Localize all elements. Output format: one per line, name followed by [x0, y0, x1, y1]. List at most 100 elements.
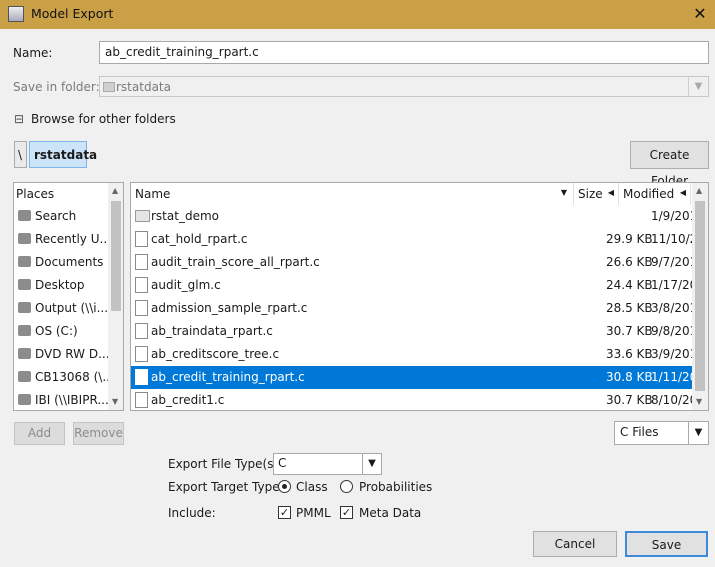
save-button[interactable]: Save	[625, 531, 708, 557]
drive-icon	[18, 325, 31, 336]
file-size: 28.5 KB	[606, 301, 653, 315]
export-target-type-label: Export Target Type:	[168, 480, 284, 494]
breadcrumb-root[interactable]: \	[14, 141, 27, 168]
scroll-thumb[interactable]	[695, 201, 705, 391]
name-input[interactable]: ab_credit_training_rpart.c	[99, 41, 709, 64]
breadcrumb-current[interactable]: rstatdata	[29, 141, 97, 168]
file-name: ab_credit1.c	[151, 393, 225, 407]
file-size: 24.4 KB	[606, 278, 653, 292]
network-drive-icon	[18, 302, 31, 313]
folder-icon	[135, 210, 150, 222]
chevron-down-icon: ▼	[688, 77, 708, 96]
save-in-folder-select: rstatdata ▼	[99, 76, 709, 97]
scroll-up-icon[interactable]: ▲	[696, 186, 702, 195]
dvd-drive-icon	[18, 348, 31, 359]
column-modified-label: Modified	[623, 187, 675, 201]
column-arrow-icon: ◀	[607, 188, 614, 197]
close-icon[interactable]: ✕	[688, 3, 712, 25]
file-name: ab_creditscore_tree.c	[151, 347, 280, 361]
recent-icon	[18, 233, 31, 244]
app-icon	[8, 6, 24, 22]
export-file-type-label: Export File Type(s):	[168, 457, 283, 471]
file-name: audit_train_score_all_rpart.c	[151, 255, 320, 269]
place-item-label: IBI (\\IBIPR...	[35, 393, 109, 407]
file-size: 33.6 KB	[606, 347, 653, 361]
scroll-thumb[interactable]	[111, 201, 121, 311]
breadcrumb-current-label: rstatdata	[34, 148, 98, 162]
file-list-scrollbar[interactable]: ▲ ▼	[692, 183, 708, 410]
browse-other-folders-toggle[interactable]: Browse for other folders	[31, 112, 176, 126]
file-row[interactable]: audit_glm.c 24.4 KB 1/17/2013	[131, 274, 708, 297]
folder-icon	[103, 82, 115, 92]
place-item-label: CB13068 (\...	[35, 370, 114, 384]
folder-icon	[18, 279, 31, 290]
meta-data-checkbox[interactable]: ✓	[340, 506, 353, 519]
file-size: 29.9 KB	[606, 232, 653, 246]
file-row[interactable]: ab_credit_training_rpart.c 30.8 KB 1/11/20…	[131, 366, 708, 389]
network-drive-icon	[18, 371, 31, 382]
file-row[interactable]: cat_hold_rpart.c29.9 KB11/10/2015	[131, 228, 708, 251]
class-radio-label[interactable]: Class	[296, 480, 328, 494]
file-icon	[135, 346, 148, 362]
add-button[interactable]: Add	[14, 422, 65, 445]
column-header-modified[interactable]: Modified ◀	[619, 183, 691, 205]
file-row[interactable]: admission_sample_rpart.c 28.5 KB 3/8/2013	[131, 297, 705, 320]
pmml-checkbox[interactable]: ✓	[278, 506, 291, 519]
place-item-label: Recently U...	[35, 232, 111, 246]
scroll-up-icon[interactable]: ▲	[112, 186, 118, 195]
export-file-type-value: C	[278, 456, 287, 470]
file-icon	[135, 323, 148, 339]
file-icon	[135, 254, 148, 270]
chevron-down-icon[interactable]: ▼	[688, 422, 708, 444]
create-folder-button[interactable]: Create Folder	[630, 141, 709, 188]
column-size-label: Size	[578, 187, 603, 201]
file-icon	[135, 277, 148, 293]
place-item-label: Desktop	[35, 278, 85, 292]
cancel-button[interactable]: Cancel	[533, 531, 617, 557]
class-radio[interactable]	[278, 480, 291, 493]
file-name: ab_traindata_rpart.c	[151, 324, 273, 338]
column-name-label: Name	[135, 187, 171, 201]
column-header-name[interactable]: Name ▼	[131, 183, 574, 205]
scroll-down-icon[interactable]: ▼	[112, 397, 118, 406]
chevron-down-icon[interactable]: ▼	[362, 454, 381, 474]
file-row[interactable]: ab_traindata_rpart.c 30.7 KB 9/8/2017	[131, 320, 705, 343]
scroll-down-icon[interactable]: ▼	[696, 397, 702, 406]
places-panel: Places Search Recently U... Documents Deskt…	[13, 182, 124, 411]
file-name: audit_glm.c	[151, 278, 221, 292]
remove-button[interactable]: Remove	[73, 422, 124, 445]
file-size: 26.6 KB	[606, 255, 653, 269]
pmml-checkbox-label[interactable]: PMML	[296, 506, 331, 520]
meta-data-checkbox-label[interactable]: Meta Data	[359, 506, 421, 520]
window-title: Model Export	[31, 6, 114, 21]
name-label: Name:	[13, 46, 53, 60]
collapse-icon[interactable]: ⊟	[14, 112, 24, 126]
folder-icon	[18, 256, 31, 267]
probabilities-radio[interactable]	[340, 480, 353, 493]
place-item-label: Output (\\i...	[35, 301, 109, 315]
file-icon	[135, 392, 148, 408]
file-row[interactable]: ab_creditscore_tree.c 33.6 KB 3/9/2015	[131, 343, 705, 366]
file-row[interactable]: audit_train_score_all_rpart.c 26.6 KB 9/7/…	[131, 251, 705, 274]
sort-desc-icon: ▼	[560, 188, 567, 197]
file-name: ab_credit_training_rpart.c	[151, 370, 305, 384]
network-drive-icon	[18, 394, 31, 405]
file-row[interactable]: ab_credit1.c 30.7 KB 8/10/2017	[131, 389, 708, 410]
title-bar: Model Export ✕	[0, 0, 715, 29]
file-row[interactable]: rstat_demo 1/9/2018	[131, 205, 705, 228]
save-in-folder-label: Save in folder:	[13, 80, 100, 94]
file-filter-value: C Files	[620, 425, 659, 439]
probabilities-radio-label[interactable]: Probabilities	[359, 480, 432, 494]
file-filter-select[interactable]: C Files ▼	[614, 421, 709, 445]
file-icon	[135, 369, 148, 385]
export-file-type-select[interactable]: C ▼	[273, 453, 382, 475]
file-size: 30.8 KB	[606, 370, 653, 384]
search-icon	[18, 210, 31, 221]
file-icon	[135, 300, 148, 316]
column-header-size[interactable]: Size ◀	[574, 183, 619, 205]
place-item-label: DVD RW D...	[35, 347, 110, 361]
file-icon	[135, 231, 148, 247]
places-scrollbar[interactable]: ▲ ▼	[108, 183, 123, 410]
file-name: admission_sample_rpart.c	[151, 301, 308, 315]
file-size: 30.7 KB	[606, 393, 653, 407]
